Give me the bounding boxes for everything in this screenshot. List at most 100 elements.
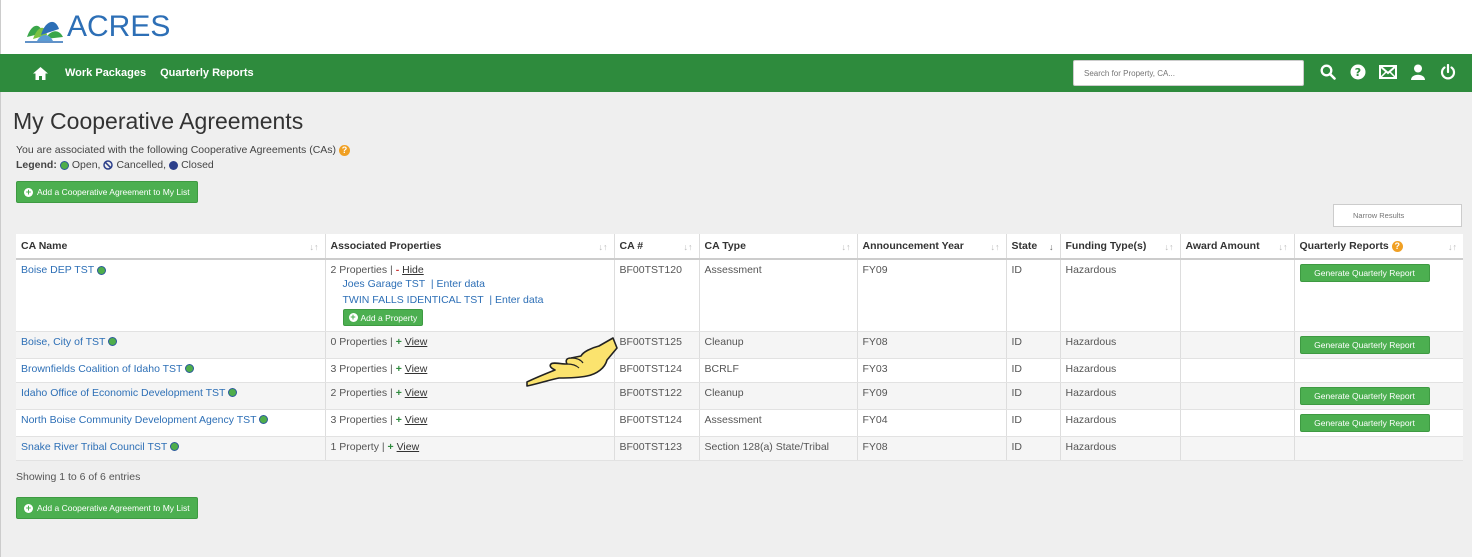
generate-report-button[interactable]: Generate Quarterly Report	[1299, 335, 1430, 354]
add-ca-button[interactable]: + Add a Cooperative Agreement to My List	[16, 181, 198, 203]
ca-number: BF00TST124	[614, 409, 700, 437]
nav-quarterly-reports[interactable]: Quarterly Reports	[160, 67, 254, 79]
enter-data-link[interactable]: Enter data	[495, 294, 543, 306]
ca-name-link[interactable]: Boise DEP TST	[21, 264, 94, 276]
funding-type: Hazardous	[1060, 331, 1181, 359]
award-amount	[1180, 436, 1295, 461]
announcement-year: FY04	[857, 409, 1007, 437]
view-link[interactable]: View	[405, 414, 428, 426]
view-link[interactable]: View	[405, 387, 428, 399]
ca-name-link[interactable]: Snake River Tribal Council TST	[21, 441, 167, 453]
app-window: ACRES Work Packages Quarterly Reports ?	[0, 0, 1472, 557]
page-title: My Cooperative Agreements	[13, 108, 304, 134]
ca-table: CA Name ↓↑ Associated Properties ↓↑ CA # ↓↑…	[16, 234, 1463, 461]
plus-icon: +	[387, 440, 394, 453]
help-icon[interactable]: ?	[1391, 240, 1403, 252]
help-icon[interactable]: ?	[1348, 62, 1368, 82]
ca-name-link[interactable]: Idaho Office of Economic Development TST	[21, 387, 225, 399]
col-award-amount[interactable]: Award Amount ↓↑	[1180, 234, 1295, 260]
announcement-year: FY09	[857, 382, 1007, 410]
col-quarterly-reports[interactable]: Quarterly Reports ? ↓↑	[1294, 234, 1463, 260]
state: ID	[1006, 259, 1061, 332]
sort-icon: ↓↑	[1164, 242, 1174, 252]
nav-work-packages[interactable]: Work Packages	[65, 67, 146, 79]
property-item: TWIN FALLS IDENTICAL TST | Enter data	[342, 294, 544, 306]
property-item: Joes Garage TST | Enter data	[342, 278, 485, 290]
enter-data-link[interactable]: Enter data	[436, 278, 484, 290]
main-content: My Cooperative Agreements You are associ…	[0, 92, 1472, 557]
state: ID	[1006, 409, 1061, 437]
funding-type: Hazardous	[1060, 382, 1181, 410]
add-property-button[interactable]: + Add a Property	[342, 309, 424, 326]
mail-icon[interactable]	[1378, 62, 1398, 82]
open-status-icon	[259, 415, 269, 425]
add-ca-button[interactable]: + Add a Cooperative Agreement to My List	[16, 497, 198, 519]
col-ca-name[interactable]: CA Name ↓↑	[16, 234, 326, 260]
search-icon[interactable]	[1318, 62, 1338, 82]
navbar: Work Packages Quarterly Reports ?	[0, 54, 1472, 92]
home-icon[interactable]	[33, 66, 49, 80]
ca-number: BF00TST123	[614, 436, 700, 461]
page-subtitle: You are associated with the following Co…	[16, 144, 351, 156]
sort-icon: ↓↑	[598, 242, 608, 252]
property-link[interactable]: TWIN FALLS IDENTICAL TST	[343, 294, 484, 306]
sort-active-icon: ↓	[1049, 242, 1054, 252]
user-icon[interactable]	[1408, 62, 1428, 82]
view-link[interactable]: View	[397, 441, 420, 453]
announcement-year: FY03	[857, 358, 1007, 383]
sort-icon: ↓↑	[1278, 242, 1288, 252]
properties-count: 3 Properties |	[330, 413, 393, 426]
generate-report-button[interactable]: Generate Quarterly Report	[1299, 386, 1430, 405]
ca-name-link[interactable]: Brownfields Coalition of Idaho TST	[21, 363, 182, 375]
col-state[interactable]: State ↓	[1006, 234, 1061, 260]
plus-icon: +	[395, 362, 402, 375]
ca-name-link[interactable]: North Boise Community Development Agency…	[21, 414, 256, 426]
col-state-label: State	[1011, 240, 1038, 252]
table-row: Brownfields Coalition of Idaho TST 3 Pro…	[16, 358, 1463, 383]
table-header-row: CA Name ↓↑ Associated Properties ↓↑ CA # ↓↑…	[16, 234, 1463, 260]
sort-icon: ↓↑	[683, 242, 693, 252]
col-ca-type[interactable]: CA Type ↓↑	[699, 234, 858, 260]
funding-type: Hazardous	[1060, 358, 1181, 383]
search-input[interactable]	[1073, 60, 1304, 86]
table-row: Boise DEP TST 2 Properties | - Hide Joes…	[16, 259, 1463, 332]
properties-count: 2 Properties |	[330, 386, 393, 399]
plus-icon: +	[395, 413, 402, 426]
hide-link[interactable]: Hide	[402, 264, 424, 276]
generate-report-button[interactable]: Generate Quarterly Report	[1299, 413, 1430, 432]
col-funding-types-label: Funding Type(s)	[1065, 240, 1147, 252]
generate-report-button[interactable]: Generate Quarterly Report	[1299, 264, 1430, 282]
add-property-label: Add a Property	[360, 312, 418, 323]
col-ca-number[interactable]: CA # ↓↑	[614, 234, 700, 260]
announcement-year: FY08	[857, 331, 1007, 359]
ca-name-link[interactable]: Boise, City of TST	[21, 336, 105, 348]
property-link[interactable]: Joes Garage TST	[343, 278, 426, 290]
brand-name: ACRES	[67, 10, 171, 43]
svg-text:?: ?	[1355, 66, 1361, 79]
award-amount	[1180, 259, 1295, 332]
plus-circle-icon: +	[24, 502, 33, 513]
ca-number: BF00TST122	[614, 382, 700, 410]
narrow-results-input[interactable]	[1333, 204, 1462, 227]
state: ID	[1006, 436, 1061, 461]
col-announcement-year[interactable]: Announcement Year ↓↑	[857, 234, 1007, 260]
col-funding-types[interactable]: Funding Type(s) ↓↑	[1060, 234, 1181, 260]
col-ca-number-label: CA #	[619, 240, 644, 252]
help-icon[interactable]: ?	[339, 144, 351, 156]
col-associated-properties[interactable]: Associated Properties ↓↑	[325, 234, 615, 260]
acres-logo[interactable]: ACRES	[23, 10, 170, 44]
col-award-amount-label: Award Amount	[1185, 240, 1260, 252]
pointing-hand-icon	[526, 337, 618, 387]
subtitle-text: You are associated with the following Co…	[16, 144, 337, 156]
state: ID	[1006, 331, 1061, 359]
showing-entries: Showing 1 to 6 of 6 entries	[16, 471, 141, 483]
power-icon[interactable]	[1438, 62, 1458, 82]
properties-count: 1 Property |	[330, 440, 385, 453]
view-link[interactable]: View	[405, 336, 428, 348]
ca-type: Section 128(a) State/Tribal	[699, 436, 858, 461]
legend-label: Legend:	[16, 159, 57, 171]
leaf-logo-icon	[25, 21, 63, 43]
view-link[interactable]: View	[405, 363, 428, 375]
properties-count: 0 Properties |	[330, 335, 393, 348]
sort-icon: ↓↑	[309, 242, 319, 252]
